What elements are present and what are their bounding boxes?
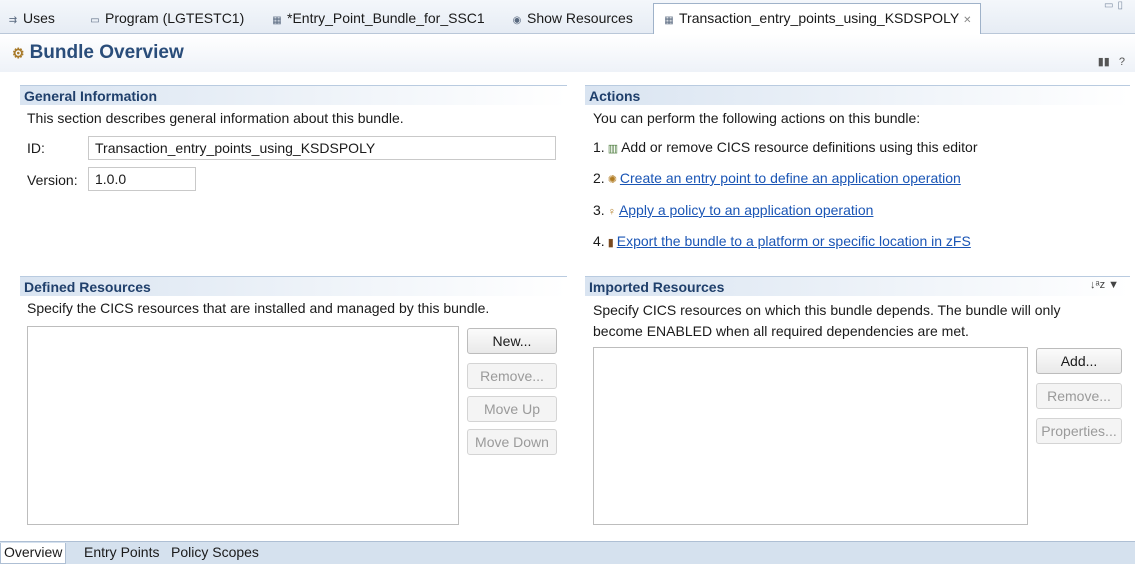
general-description: This section describes general informati… bbox=[27, 110, 404, 126]
move-down-button[interactable]: Move Down bbox=[467, 429, 557, 455]
properties-button[interactable]: Properties... bbox=[1036, 418, 1122, 444]
create-entry-point-link[interactable]: Create an entry point to define an appli… bbox=[620, 170, 961, 186]
page-title: ⚙ Bundle Overview bbox=[12, 42, 184, 64]
action-number: 4. bbox=[593, 233, 605, 249]
defined-description: Specify the CICS resources that are inst… bbox=[27, 300, 490, 316]
action-number: 1. bbox=[593, 139, 605, 155]
tab-entry-points[interactable]: Entry Points bbox=[81, 543, 162, 564]
action-item-2: 2. ✺ Create an entry point to define an ap… bbox=[593, 170, 961, 186]
minimize-icon[interactable]: ▭ bbox=[1104, 0, 1117, 11]
action-item-4: 4. ▮ Export the bundle to a platform or sp… bbox=[593, 233, 971, 249]
remove-imported-button[interactable]: Remove... bbox=[1036, 383, 1122, 409]
action-number: 2. bbox=[593, 170, 605, 186]
export-icon: ▮ bbox=[607, 237, 614, 249]
tab-transaction-entry-points[interactable]: ▦ Transaction_entry_points_using_KSDSPOLY… bbox=[653, 3, 981, 34]
move-up-button[interactable]: Move Up bbox=[467, 396, 557, 422]
maximize-icon[interactable]: ▯ bbox=[1117, 0, 1127, 11]
close-tab-icon[interactable]: ✕ bbox=[963, 15, 971, 26]
tab-policy-scopes[interactable]: Policy Scopes bbox=[168, 543, 262, 564]
tab-overview[interactable]: Overview bbox=[0, 543, 67, 564]
policy-icon: ♀ bbox=[607, 206, 616, 218]
export-icon[interactable]: ▮▮ bbox=[1098, 56, 1110, 68]
version-field[interactable]: 1.0.0 bbox=[88, 167, 196, 191]
header-toolbar: ▮▮ ? bbox=[1098, 55, 1125, 68]
defined-resources-list[interactable] bbox=[27, 326, 459, 525]
tab-label: Uses bbox=[23, 10, 55, 26]
action-item-3: 3. ♀ Apply a policy to an application oper… bbox=[593, 202, 873, 218]
general-information-heading[interactable]: General Information bbox=[20, 85, 567, 105]
editor-tab-bar: ⇉ Uses ▭ Program (LGTESTC1) ▦ *Entry_Point_… bbox=[0, 0, 1135, 34]
sort-icon[interactable]: ↓ᵃz ▼ bbox=[1090, 279, 1119, 291]
help-icon[interactable]: ? bbox=[1119, 56, 1125, 68]
id-label: ID: bbox=[27, 140, 45, 156]
imported-resources-heading[interactable]: Imported Resources bbox=[585, 276, 1130, 296]
page-title-text: Bundle Overview bbox=[29, 42, 184, 63]
resources-icon: ▥ bbox=[607, 143, 619, 155]
version-label: Version: bbox=[27, 172, 78, 188]
bundle-file-icon: ▦ bbox=[664, 15, 674, 26]
program-icon: ▭ bbox=[90, 15, 100, 26]
tab-label: Show Resources bbox=[527, 10, 633, 26]
new-button[interactable]: New... bbox=[467, 328, 557, 354]
defined-resources-heading[interactable]: Defined Resources bbox=[20, 276, 567, 296]
action-item-1: 1. ▥ Add or remove CICS resource definitio… bbox=[593, 139, 978, 155]
tab-entry-point-bundle[interactable]: ▦ *Entry_Point_Bundle_for_SSC1 bbox=[270, 4, 485, 32]
tab-show-resources[interactable]: ◉ Show Resources bbox=[510, 4, 633, 32]
add-button[interactable]: Add... bbox=[1036, 348, 1122, 374]
imported-description-line2: become ENABLED when all required depende… bbox=[593, 323, 969, 339]
tab-uses[interactable]: ⇉ Uses bbox=[6, 4, 55, 32]
actions-intro: You can perform the following actions on… bbox=[593, 110, 921, 126]
window-controls[interactable]: ▭▯ bbox=[1104, 0, 1127, 11]
remove-defined-button[interactable]: Remove... bbox=[467, 363, 557, 389]
action-number: 3. bbox=[593, 202, 605, 218]
imported-description-line1: Specify CICS resources on which this bun… bbox=[593, 302, 1061, 318]
tab-label: Program (LGTESTC1) bbox=[105, 10, 245, 26]
id-field[interactable]: Transaction_entry_points_using_KSDSPOLY bbox=[88, 136, 556, 160]
apply-policy-link[interactable]: Apply a policy to an application operati… bbox=[619, 202, 874, 218]
bundle-icon: ⚙ bbox=[12, 45, 25, 61]
tab-label: *Entry_Point_Bundle_for_SSC1 bbox=[287, 10, 485, 26]
uses-icon: ⇉ bbox=[8, 15, 18, 26]
tab-label: Transaction_entry_points_using_KSDSPOLY bbox=[679, 10, 960, 26]
action-text: Add or remove CICS resource definitions … bbox=[621, 139, 978, 155]
entry-point-icon: ✺ bbox=[607, 174, 617, 186]
bundle-file-icon: ▦ bbox=[272, 15, 282, 26]
actions-heading[interactable]: Actions bbox=[585, 85, 1130, 105]
export-bundle-link[interactable]: Export the bundle to a platform or speci… bbox=[617, 233, 971, 249]
imported-resources-list[interactable] bbox=[593, 347, 1028, 525]
resources-icon: ◉ bbox=[512, 15, 522, 26]
tab-program[interactable]: ▭ Program (LGTESTC1) bbox=[88, 4, 244, 32]
